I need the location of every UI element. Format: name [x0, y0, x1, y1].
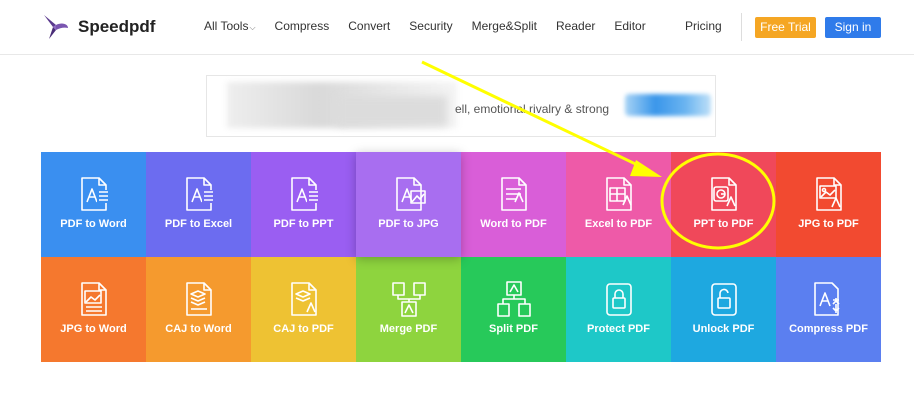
main-nav: All Tools⌵ Compress Convert Security Mer… — [204, 19, 665, 33]
tool-label: PDF to Excel — [164, 218, 233, 230]
tool-label: PDF to PPT — [273, 218, 334, 230]
brand-logo[interactable]: Speedpdf — [40, 12, 155, 42]
tool-tile-caj-to-pdf[interactable]: CAJ to PDF — [251, 257, 356, 362]
caj-pdf-icon — [291, 282, 317, 316]
pdf-doc-icon — [81, 177, 110, 211]
blurred-banner-button — [625, 94, 711, 116]
tool-tile-jpg-to-word[interactable]: JPG to Word — [41, 257, 146, 362]
tool-tile-split-pdf[interactable]: Split PDF — [461, 257, 566, 362]
nav-label: All Tools — [204, 19, 249, 33]
image-doc-icon — [81, 282, 107, 316]
lock-icon — [606, 283, 632, 316]
image-pdf-icon — [816, 177, 842, 211]
tool-label: CAJ to Word — [165, 323, 232, 335]
tool-label: CAJ to PDF — [273, 323, 334, 335]
tool-tile-pdf-to-ppt[interactable]: PDF to PPT — [251, 152, 356, 257]
nav-convert[interactable]: Convert — [348, 19, 390, 33]
nav-editor[interactable]: Editor — [614, 19, 645, 33]
tool-tile-merge-pdf[interactable]: Merge PDF — [356, 257, 461, 362]
pdf-image-icon — [396, 177, 426, 211]
tool-label: Split PDF — [489, 323, 538, 335]
tool-tile-caj-to-word[interactable]: CAJ to Word — [146, 257, 251, 362]
tool-tile-pdf-to-excel[interactable]: PDF to Excel — [146, 152, 251, 257]
tool-tile-protect-pdf[interactable]: Protect PDF — [566, 257, 671, 362]
nav-security[interactable]: Security — [409, 19, 452, 33]
tool-tile-ppt-to-pdf[interactable]: PPT to PDF — [671, 152, 776, 257]
tool-label: Unlock PDF — [692, 323, 755, 335]
nav-compress[interactable]: Compress — [275, 19, 330, 33]
tools-grid: PDF to Word PDF to Excel PDF to PPT PDF to … — [41, 152, 881, 362]
tool-tile-jpg-to-pdf[interactable]: JPG to PDF — [776, 152, 881, 257]
tool-label: PDF to JPG — [378, 218, 439, 230]
tool-tile-unlock-pdf[interactable]: Unlock PDF — [671, 257, 776, 362]
tool-tile-word-to-pdf[interactable]: Word to PDF — [461, 152, 566, 257]
tool-label: Compress PDF — [789, 323, 868, 335]
tool-tile-pdf-to-word[interactable]: PDF to Word — [41, 152, 146, 257]
tool-label: JPG to PDF — [798, 218, 859, 230]
tool-label: Word to PDF — [480, 218, 547, 230]
header-divider — [741, 13, 742, 41]
banner-text: ell, emotional rivalry & strong — [455, 102, 610, 116]
tool-tile-pdf-to-jpg[interactable]: PDF to JPG — [356, 152, 461, 257]
free-trial-button[interactable]: Free Trial — [755, 17, 816, 38]
sign-in-button[interactable]: Sign in — [825, 17, 881, 38]
tool-label: JPG to Word — [60, 323, 127, 335]
tool-label: PDF to Word — [60, 218, 127, 230]
chevron-down-icon: ⌵ — [249, 23, 256, 32]
tool-tile-excel-to-pdf[interactable]: Excel to PDF — [566, 152, 671, 257]
pdf-doc-icon — [186, 177, 215, 211]
pdf-doc-icon — [291, 177, 320, 211]
tool-tile-compress-pdf[interactable]: Compress PDF — [776, 257, 881, 362]
brand-name: Speedpdf — [78, 17, 156, 36]
ad-banner[interactable]: ell, emotional rivalry & strong — [206, 75, 716, 137]
tool-label: Excel to PDF — [584, 218, 653, 230]
excel-grid-icon — [606, 177, 632, 211]
tool-label: PPT to PDF — [693, 218, 754, 230]
blurred-banner-area — [337, 96, 447, 126]
nav-all-tools[interactable]: All Tools⌵ — [204, 19, 256, 33]
top-navbar: Speedpdf All Tools⌵ Compress Convert Sec… — [0, 0, 914, 55]
ppt-chart-icon — [711, 177, 737, 211]
speedpdf-logo-icon — [44, 15, 68, 39]
split-icon — [497, 281, 531, 317]
nav-pricing[interactable]: Pricing — [685, 19, 722, 33]
compress-icon — [814, 282, 840, 316]
word-doc-icon — [501, 177, 527, 211]
merge-icon — [392, 282, 426, 317]
tool-label: Protect PDF — [587, 323, 650, 335]
nav-reader[interactable]: Reader — [556, 19, 595, 33]
nav-merge-split[interactable]: Merge&Split — [472, 19, 537, 33]
tool-label: Merge PDF — [379, 323, 438, 335]
unlock-icon — [711, 283, 737, 316]
caj-layers-icon — [186, 282, 212, 316]
